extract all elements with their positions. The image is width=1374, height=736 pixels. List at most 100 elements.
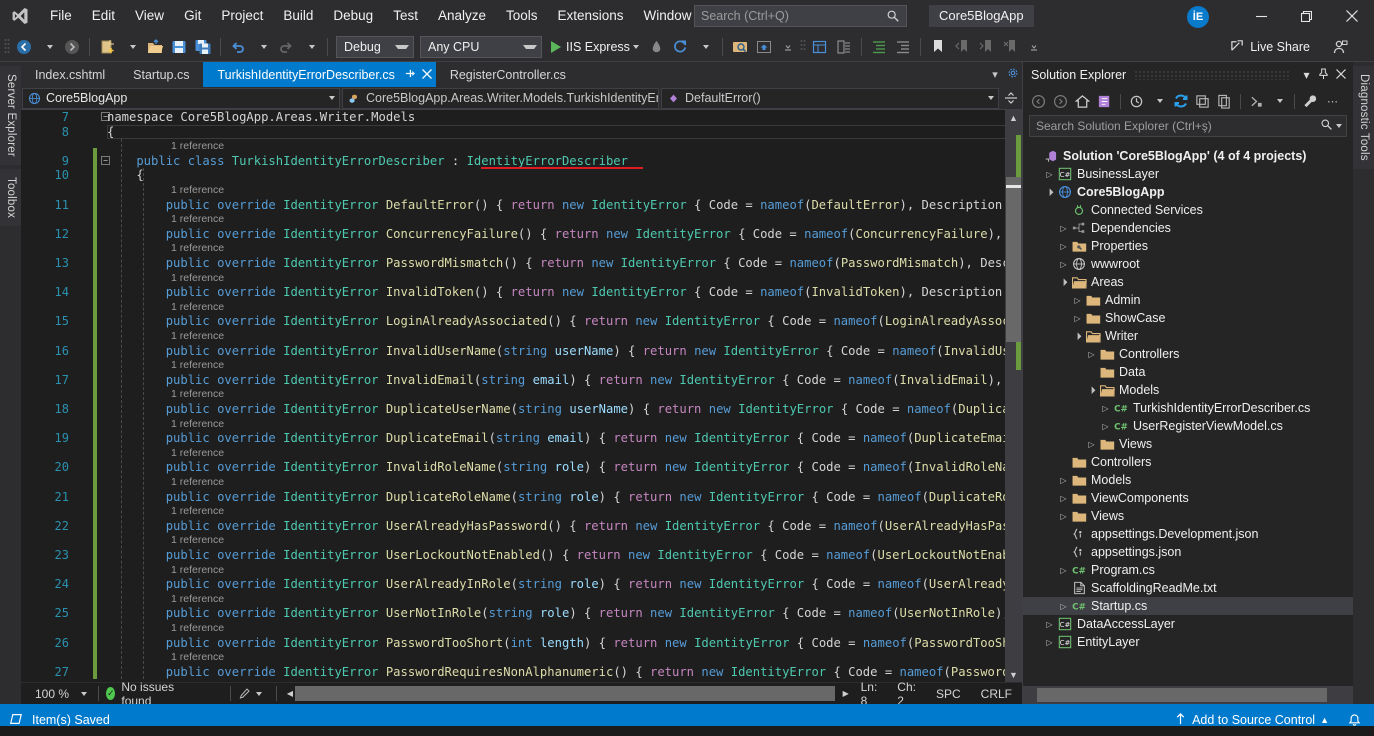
codelens-reference-count[interactable]: 1 reference	[171, 504, 224, 519]
back-icon[interactable]	[1028, 91, 1049, 112]
code-line[interactable]: 17 public override IdentityError Invalid…	[21, 373, 1022, 388]
chevron-right-icon[interactable]: ▷	[1057, 602, 1070, 611]
tree-item-writer[interactable]: ◢ Writer	[1023, 327, 1353, 345]
send-feedback-icon[interactable]	[1328, 35, 1352, 59]
scroll-up-arrow[interactable]: ▲	[1005, 110, 1022, 125]
code-line[interactable]: 21 public override IdentityError Duplica…	[21, 490, 1022, 505]
chevron-down-icon[interactable]: ◢	[1084, 383, 1099, 398]
code-line[interactable]: 8{	[21, 125, 1022, 140]
refresh-icon[interactable]	[1170, 91, 1191, 112]
chevron-right-icon[interactable]: ▷	[1057, 224, 1070, 233]
pin-icon[interactable]	[1315, 67, 1332, 83]
code-area[interactable]: 7− namespace Core5BlogApp.Areas.Writer.Mo…	[21, 110, 1022, 682]
new-project-dropdown[interactable]	[119, 35, 143, 59]
menu-item-edit[interactable]: Edit	[82, 0, 125, 32]
menu-item-git[interactable]: Git	[174, 0, 211, 32]
codelens-reference-count[interactable]: 1 reference	[171, 241, 224, 256]
chevron-right-icon[interactable]: ▷	[1071, 314, 1084, 323]
sync-dropdown[interactable]	[1268, 91, 1289, 112]
tree-item-wwwroot[interactable]: ▷ wwwroot	[1023, 255, 1353, 273]
chevron-right-icon[interactable]: ▷	[1071, 296, 1084, 305]
tree-item-connected-services[interactable]: Connected Services	[1023, 201, 1353, 219]
live-share-button[interactable]: Live Share	[1224, 35, 1316, 59]
tree-item-businesslayer[interactable]: ▷ C# BusinessLayer	[1023, 165, 1353, 183]
codelens-reference-count[interactable]: 1 reference	[171, 533, 224, 548]
solution-configuration-combo[interactable]: Debug	[336, 35, 414, 58]
codelens-reference-count[interactable]: 1 reference	[171, 329, 224, 344]
tree-item-turkishidentityerrordescriber-cs[interactable]: ▷ C# TurkishIdentityErrorDescriber.cs	[1023, 399, 1353, 417]
menu-item-test[interactable]: Test	[383, 0, 428, 32]
undo-dropdown[interactable]	[250, 35, 274, 59]
indent-icon[interactable]	[867, 35, 891, 59]
navbar-member-dropdown[interactable]: DefaultError()	[661, 87, 999, 109]
quick-search-box[interactable]	[694, 5, 907, 27]
code-line[interactable]: 15 public override IdentityError LoginAl…	[21, 314, 1022, 329]
chevron-right-icon[interactable]: ▷	[1057, 242, 1070, 251]
codelens-reference-count[interactable]: 1 reference	[171, 475, 224, 490]
scroll-thumb[interactable]	[1006, 177, 1021, 342]
menu-item-debug[interactable]: Debug	[323, 0, 383, 32]
chevron-down-icon[interactable]: ◢	[1042, 185, 1057, 200]
tree-item-views[interactable]: ▷ Views	[1023, 435, 1353, 453]
save-icon[interactable]	[167, 35, 191, 59]
code-line[interactable]: 14 public override IdentityError Invalid…	[21, 285, 1022, 300]
code-line[interactable]: 19 public override IdentityError Duplica…	[21, 431, 1022, 446]
code-line[interactable]: 22 public override IdentityError UserAlr…	[21, 519, 1022, 534]
chevron-right-icon[interactable]: ▷	[1099, 404, 1112, 413]
code-line[interactable]: 20 public override IdentityError Invalid…	[21, 460, 1022, 475]
code-line[interactable]: 16 public override IdentityError Invalid…	[21, 344, 1022, 359]
codelens-reference-count[interactable]: 1 reference	[171, 621, 224, 636]
code-line[interactable]: 12 public override IdentityError Concurr…	[21, 227, 1022, 242]
code-line[interactable]: 23 public override IdentityError UserLoc…	[21, 548, 1022, 563]
code-line[interactable]: 11 public override IdentityError Default…	[21, 198, 1022, 213]
bookmark-prev-icon[interactable]	[950, 35, 974, 59]
tree-item-controllers[interactable]: ▷ Controllers	[1023, 345, 1353, 363]
restore-icon[interactable]	[1284, 0, 1329, 32]
navigate-back-icon[interactable]	[12, 35, 36, 59]
tree-item-properties[interactable]: ▷ Properties	[1023, 237, 1353, 255]
navigate-forward-icon[interactable]	[60, 35, 84, 59]
chevron-right-icon[interactable]: ▷	[1085, 350, 1098, 359]
chevron-right-icon[interactable]: ▷	[1057, 566, 1070, 575]
toolbar-overflow-2[interactable]	[1022, 35, 1046, 59]
tree-item-dependencies[interactable]: ▷ Dependencies	[1023, 219, 1353, 237]
tree-item-areas[interactable]: ◢ Areas	[1023, 273, 1353, 291]
menu-item-extensions[interactable]: Extensions	[548, 0, 634, 32]
sync-icon[interactable]	[1246, 91, 1267, 112]
chevron-down-icon[interactable]	[256, 691, 263, 696]
search-input[interactable]	[701, 6, 886, 26]
editor-tab-turkishidentityerrordescriber-cs[interactable]: TurkishIdentityErrorDescriber.cs	[203, 62, 436, 87]
new-project-icon[interactable]	[95, 35, 119, 59]
start-debugging-button[interactable]: IIS Express	[545, 35, 645, 59]
redo-dropdown[interactable]	[298, 35, 322, 59]
codelens-reference-count[interactable]: 1 reference	[171, 300, 224, 315]
tree-item-controllers[interactable]: Controllers	[1023, 453, 1353, 471]
chevron-down-icon[interactable]: ◢	[1056, 275, 1071, 290]
scroll-thumb[interactable]	[294, 686, 835, 701]
tree-item-appsettings-json[interactable]: appsettings.json	[1023, 543, 1353, 561]
chevron-right-icon[interactable]: ▷	[1057, 476, 1070, 485]
tree-item-showcase[interactable]: ▷ ShowCase	[1023, 309, 1353, 327]
bookmark-icon[interactable]	[926, 35, 950, 59]
code-line[interactable]: 27 public override IdentityError Passwor…	[21, 665, 1022, 680]
open-folder-icon[interactable]	[143, 35, 167, 59]
chevron-right-icon[interactable]: ▷	[1099, 422, 1112, 431]
undo-icon[interactable]	[226, 35, 250, 59]
rail-tab-diagnostic-tools[interactable]: Diagnostic Tools	[1353, 66, 1374, 169]
menu-item-tools[interactable]: Tools	[496, 0, 548, 32]
comment-selection-icon[interactable]	[832, 35, 856, 59]
chevron-right-icon[interactable]: ▷	[1085, 440, 1098, 449]
toolbar-grip-2[interactable]	[800, 38, 808, 56]
pen-icon[interactable]	[238, 687, 251, 700]
tree-item-userregisterviewmodel-cs[interactable]: ▷ C# UserRegisterViewModel.cs	[1023, 417, 1353, 435]
tree-item-views[interactable]: ▷ Views	[1023, 507, 1353, 525]
editor-tab-startup-cs[interactable]: Startup.cs	[119, 62, 204, 87]
code-line[interactable]: 25 public override IdentityError UserNot…	[21, 606, 1022, 621]
toolbar-grip[interactable]	[4, 38, 12, 56]
tree-item-program-cs[interactable]: ▷ C# Program.cs	[1023, 561, 1353, 579]
solution-explorer-hscrollbar[interactable]	[1023, 686, 1353, 704]
chevron-down-icon[interactable]: ▾	[1298, 68, 1315, 82]
pending-changes-icon[interactable]	[1126, 91, 1147, 112]
save-all-icon[interactable]	[191, 35, 215, 59]
tree-item-core5blogapp[interactable]: ◢ Core5BlogApp	[1023, 183, 1353, 201]
